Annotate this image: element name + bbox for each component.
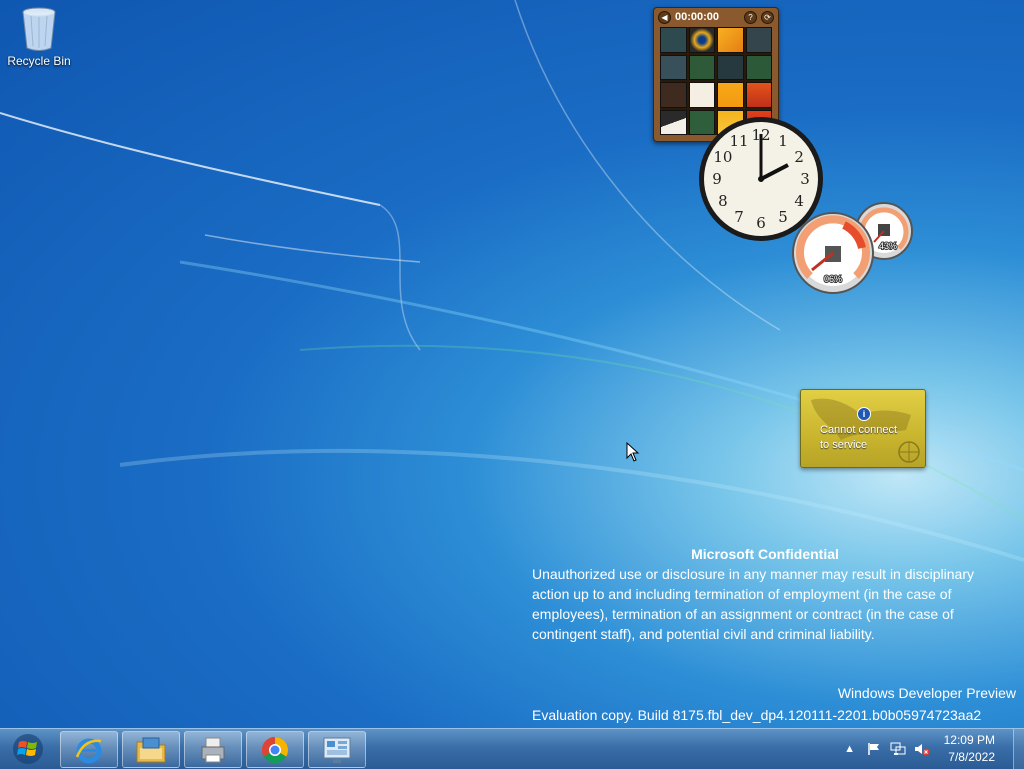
- taskbar-chrome[interactable]: [246, 731, 304, 768]
- taskbar-printer-app[interactable]: [184, 731, 242, 768]
- puzzle-tile[interactable]: [660, 27, 687, 53]
- memory-percent: 43%: [879, 241, 897, 251]
- puzzle-timer: 00:00:00: [675, 11, 720, 23]
- confidential-body: Unauthorized use or disclosure in any ma…: [532, 566, 974, 642]
- clock-time: 12:09 PM: [943, 733, 995, 747]
- build-text: Evaluation copy. Build 8175.fbl_dev_dp4.…: [532, 707, 982, 723]
- clock-date: 7/8/2022: [948, 750, 995, 764]
- puzzle-tile[interactable]: [660, 109, 687, 135]
- clock-numeral: 5: [778, 208, 788, 226]
- cpu-meter-gadget[interactable]: 43% 06%: [792, 200, 918, 296]
- show-desktop-button[interactable]: [1013, 729, 1024, 769]
- cpu-percent: 06%: [824, 274, 842, 284]
- desktop-icon-label: Recycle Bin: [7, 54, 71, 68]
- taskbar-internet-explorer[interactable]: [60, 731, 118, 768]
- puzzle-tile[interactable]: [688, 82, 715, 108]
- puzzle-tile[interactable]: [688, 27, 715, 53]
- taskbar-windows-explorer[interactable]: [122, 731, 180, 768]
- puzzle-tile[interactable]: [717, 82, 744, 108]
- weather-error-line1: Cannot connect: [820, 424, 898, 436]
- system-tray: ▲ 12:09 PM 7/8/2022: [838, 729, 1024, 769]
- network-icon[interactable]: [889, 741, 907, 757]
- desktop-icon-recycle-bin[interactable]: Recycle Bin: [4, 6, 74, 68]
- help-icon[interactable]: ?: [744, 10, 757, 24]
- shuffle-icon[interactable]: ⟳: [761, 10, 774, 24]
- puzzle-tile[interactable]: [688, 54, 715, 80]
- taskbar-control-panel[interactable]: [308, 731, 366, 768]
- clock-numeral: 6: [756, 214, 766, 232]
- clock-numeral: 8: [718, 192, 728, 210]
- puzzle-tile[interactable]: [660, 82, 687, 108]
- puzzle-tile[interactable]: [745, 54, 772, 80]
- puzzle-tile[interactable]: [717, 54, 744, 80]
- confidential-notice: Microsoft Confidential Unauthorized use …: [532, 544, 1012, 644]
- weather-error-line2: to service: [820, 439, 868, 451]
- taskbar: ▲ 12:09 PM 7/8/2022: [0, 728, 1024, 769]
- puzzle-tile[interactable]: [660, 54, 687, 80]
- folder-icon: [136, 737, 166, 762]
- weather-gadget[interactable]: i Cannot connect to service: [800, 389, 926, 468]
- action-center-flag-icon[interactable]: [865, 741, 883, 757]
- printer-icon: [201, 737, 225, 762]
- taskbar-clock[interactable]: 12:09 PM 7/8/2022: [944, 732, 995, 766]
- recycle-bin-icon: [19, 6, 59, 52]
- clock-numeral: 11: [729, 132, 748, 150]
- clock-numeral: 10: [713, 148, 732, 166]
- windows-logo-icon: [13, 734, 43, 764]
- confidential-title: Microsoft Confidential: [691, 546, 839, 562]
- clock-numeral: 7: [734, 208, 744, 226]
- start-button[interactable]: [4, 731, 52, 767]
- clock-numeral: 9: [712, 170, 722, 188]
- volume-muted-icon[interactable]: [913, 741, 931, 757]
- clock-numeral: 3: [800, 170, 810, 188]
- mouse-cursor-icon: [626, 442, 640, 462]
- internet-explorer-icon: [75, 738, 102, 763]
- puzzle-tile[interactable]: [717, 27, 744, 53]
- chrome-icon: [261, 736, 289, 763]
- clock-numeral: 2: [794, 148, 804, 166]
- control-panel-icon: [323, 737, 351, 763]
- wallpaper-streaks: [0, 0, 1024, 562]
- info-icon: i: [857, 407, 871, 421]
- show-hidden-icons[interactable]: ▲: [841, 741, 859, 757]
- puzzle-tile[interactable]: [745, 82, 772, 108]
- edition-text: Windows Developer Preview: [837, 685, 1016, 701]
- clock-numeral: 1: [778, 132, 788, 150]
- back-icon[interactable]: ◀: [658, 10, 671, 24]
- puzzle-tile[interactable]: [745, 27, 772, 53]
